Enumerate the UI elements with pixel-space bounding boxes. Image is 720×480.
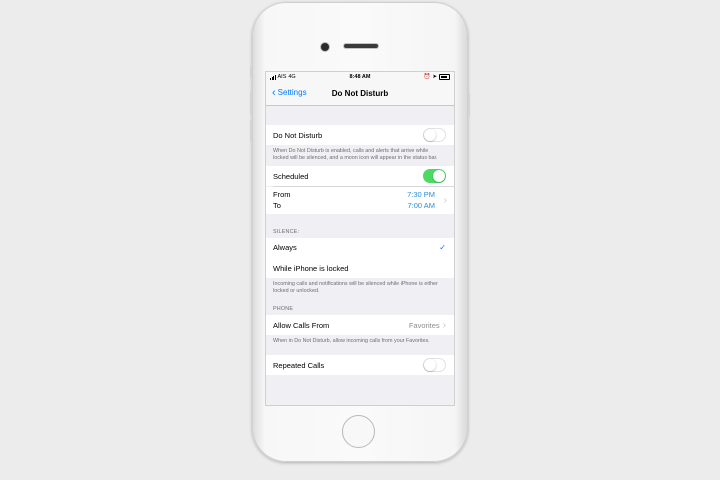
volume-up-button [250,92,252,114]
allow-calls-label: Allow Calls From [273,320,330,330]
page-title: Do Not Disturb [331,89,389,98]
dnd-label: Do Not Disturb [273,130,323,140]
front-camera [321,43,329,51]
scheduled-label: Scheduled [273,171,309,181]
silence-note: Incoming calls and notifications will be… [273,281,438,294]
power-button [468,94,470,116]
allow-calls-row[interactable]: Allow Calls From Favorites › [266,315,454,335]
from-value: 7:30 PM [407,189,435,199]
earpiece-speaker [344,44,378,48]
dnd-row: Do Not Disturb [266,125,454,145]
dnd-toggle[interactable] [423,128,446,142]
from-label: From [273,189,291,199]
repeated-calls-row: Repeated Calls [266,355,454,375]
option-label: While iPhone is locked [273,263,349,273]
volume-down-button [250,120,252,142]
iphone-device: AIS 4G 8:48 AM ⏰ ➤ ‹ Settings Do Not Dis… [250,2,470,462]
location-icon: ➤ [432,74,437,80]
silence-header: SILENCE: [273,228,300,235]
to-label: To [273,200,281,210]
silent-switch [250,66,252,78]
phone-note: When in Do Not Disturb, allow incoming c… [273,338,430,344]
scheduled-row: Scheduled [266,166,454,186]
dnd-note: When Do Not Disturb is enabled, calls an… [273,148,438,161]
scheduled-toggle[interactable] [423,169,446,183]
allow-calls-value: Favorites [408,320,440,330]
battery-icon [439,74,450,80]
chevron-right-icon: › [442,319,446,331]
repeated-calls-label: Repeated Calls [273,360,325,370]
silence-option-locked[interactable]: While iPhone is locked [266,258,454,278]
home-button[interactable] [342,415,375,448]
to-value: 7:00 AM [407,200,435,210]
option-label: Always [273,243,297,252]
silence-option-always[interactable]: Always ✓ [266,237,454,258]
alarm-icon: ⏰ [423,74,431,80]
schedule-time-row[interactable]: From 7:30 PM To 7:00 AM › [266,186,454,214]
repeated-calls-toggle[interactable] [423,358,446,372]
screen: AIS 4G 8:48 AM ⏰ ➤ ‹ Settings Do Not Dis… [265,71,455,406]
phone-header: PHONE [273,306,294,312]
status-bar: AIS 4G 8:48 AM ⏰ ➤ [266,72,454,83]
navigation-bar: ‹ Settings Do Not Disturb [266,83,454,106]
chevron-right-icon: › [443,194,447,206]
checkmark-icon: ✓ [439,243,446,252]
